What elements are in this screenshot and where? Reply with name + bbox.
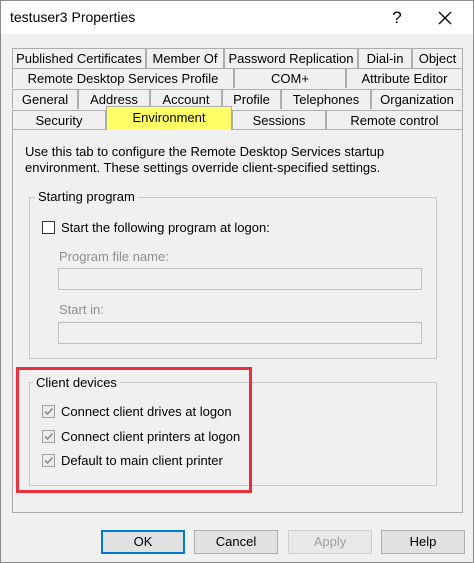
close-icon[interactable] [431,5,459,31]
tab-telephones[interactable]: Telephones [281,89,371,109]
tab-object[interactable]: Object [412,48,463,68]
help-icon[interactable]: ? [385,5,409,31]
tab-com-plus[interactable]: COM+ [234,68,346,88]
start-in-label: Start in: [59,302,104,317]
program-file-name-label: Program file name: [59,249,169,264]
start-in-input[interactable] [58,322,422,344]
tab-environment[interactable]: Environment [106,106,232,130]
help-button[interactable]: Help [381,530,465,554]
starting-program-legend: Starting program [35,190,138,204]
client-devices-highlight [16,367,252,493]
cancel-button[interactable]: Cancel [194,530,278,554]
tab-remote-control[interactable]: Remote control [326,110,463,130]
start-program-label: Start the following program at logon: [61,220,270,235]
ok-button[interactable]: OK [101,530,185,554]
tab-password-replication[interactable]: Password Replication [224,48,358,68]
window-title: testuser3 Properties [10,9,136,25]
tab-member-of[interactable]: Member Of [146,48,224,68]
start-program-checkbox[interactable] [42,221,55,234]
tab-security[interactable]: Security [12,110,106,130]
tab-general[interactable]: General [12,89,78,109]
program-file-name-input[interactable] [58,268,422,290]
properties-dialog: testuser3 Properties ? Published Certifi… [0,0,474,563]
tab-dial-in[interactable]: Dial-in [358,48,412,68]
tab-organization[interactable]: Organization [371,89,463,109]
tab-sessions[interactable]: Sessions [232,110,326,130]
tab-attribute-editor[interactable]: Attribute Editor [346,68,463,88]
environment-description: Use this tab to configure the Remote Des… [25,144,385,175]
tab-published-certificates[interactable]: Published Certificates [12,48,146,68]
apply-button[interactable]: Apply [288,530,372,554]
title-bar: testuser3 Properties ? [1,1,473,34]
tab-remote-desktop-services-profile[interactable]: Remote Desktop Services Profile [12,68,234,88]
